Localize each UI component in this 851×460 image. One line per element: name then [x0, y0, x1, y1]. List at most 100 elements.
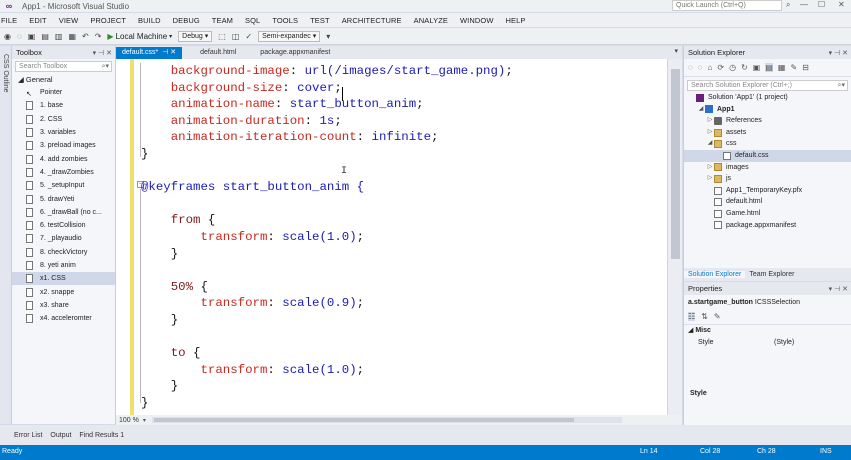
toolbox-item[interactable]: 4. _drawZombies [12, 166, 115, 179]
menu-view[interactable]: VIEW [59, 16, 79, 25]
breakpoint-icon[interactable]: ⬚ [218, 32, 226, 41]
redo-icon[interactable]: ↷ [95, 32, 102, 41]
editor-horizontal-scrollbar[interactable] [151, 417, 622, 423]
undo-icon[interactable]: ↶ [82, 32, 89, 41]
property-row[interactable]: Style (Style) [684, 337, 851, 349]
tree-node[interactable]: Solution 'App1' (1 project) [684, 92, 851, 104]
tree-node[interactable]: ◢ App1 [684, 104, 851, 116]
comment-icon[interactable]: ✓ [245, 32, 252, 41]
expander-icon[interactable]: ▷ [706, 173, 714, 185]
menu-sql[interactable]: SQL [245, 16, 260, 25]
new-project-icon[interactable]: ▣ [28, 32, 36, 41]
tab-package-appxmanifest[interactable]: package.appxmanifest [254, 47, 336, 59]
forward-icon[interactable]: ◌ [17, 32, 22, 41]
sync-icon[interactable]: ⟳ [717, 63, 724, 72]
maximize-icon[interactable]: ☐ [818, 0, 825, 9]
scrollbar-thumb[interactable] [153, 418, 574, 422]
toolbox-item[interactable]: 7. _playaudio [12, 232, 115, 245]
pin-close-icon[interactable]: ⊣ ✕ [162, 49, 176, 56]
pending-changes-icon[interactable]: ◷ [729, 63, 736, 72]
tree-node[interactable]: ▷ js [684, 173, 851, 185]
tree-node[interactable]: ▷ References [684, 115, 851, 127]
configuration-dropdown[interactable]: Debug ▾ [178, 30, 213, 42]
view-code-icon[interactable]: ▦ [778, 63, 786, 72]
toolbox-item[interactable]: 6. _drawBall (no c... [12, 206, 115, 219]
preview-icon[interactable]: ⊟ [802, 63, 809, 72]
toolbox-item[interactable]: ↖ Pointer [12, 86, 115, 99]
forward-icon[interactable]: ◌ [698, 63, 703, 72]
menu-edit[interactable]: EDIT [29, 16, 46, 25]
save-icon[interactable]: ▥ [55, 32, 63, 41]
toolbox-item[interactable]: 3. variables [12, 126, 115, 139]
toolbox-item[interactable]: 3. preload images [12, 139, 115, 152]
menu-debug[interactable]: DEBUG [173, 16, 200, 25]
search-icon[interactable]: ⌕▾ [838, 81, 845, 90]
toolbox-item[interactable]: x2. snappe [12, 285, 115, 298]
scrollbar-thumb[interactable] [671, 69, 680, 259]
toolbar-options-icon[interactable]: ▾ [326, 32, 330, 41]
menu-file[interactable]: FILE [1, 16, 17, 25]
toolbox-item[interactable]: 5. _setupInput [12, 179, 115, 192]
toolbox-item[interactable]: 2. CSS [12, 113, 115, 126]
toolbox-item[interactable]: 6. testCollision [12, 219, 115, 232]
tab-output[interactable]: Output [50, 432, 71, 439]
toolbox-item[interactable]: 8. yeti anim [12, 259, 115, 272]
panel-controls[interactable]: ▾ ⊣ ✕ [93, 49, 112, 57]
toolbox-item[interactable]: 5. drawYeti [12, 192, 115, 205]
save-all-icon[interactable]: ▦ [68, 32, 76, 41]
alphabetical-icon[interactable]: ⇅ [701, 312, 708, 321]
menu-analyze[interactable]: ANALYZE [414, 16, 448, 25]
tab-team-explorer[interactable]: Team Explorer [745, 271, 798, 278]
toolbox-item[interactable]: 1. base [12, 99, 115, 112]
selection-mode-dropdown[interactable]: Semi-expandec ▾ [258, 30, 321, 42]
tree-node[interactable]: default.html [684, 196, 851, 208]
tree-node[interactable]: default.css [684, 149, 851, 162]
menu-project[interactable]: PROJECT [90, 16, 126, 25]
minimize-icon[interactable]: — [800, 0, 808, 9]
properties-target[interactable]: a.startgame_button ICSSSelection [684, 295, 851, 309]
property-category[interactable]: ◢ Misc [684, 325, 851, 337]
tree-node[interactable]: ▷ images [684, 162, 851, 174]
show-all-files-icon[interactable]: ▤ [765, 63, 773, 72]
close-icon[interactable]: ✕ [838, 0, 845, 9]
code-editor[interactable]: − background-image: url(/images/start_ga… [116, 59, 682, 415]
toolbox-search-input[interactable]: Search Toolbox ⌕▾ [15, 61, 112, 72]
expander-icon[interactable]: ◢ [697, 104, 705, 116]
home-icon[interactable]: ⌂ [708, 63, 713, 72]
collapse-all-icon[interactable]: ▣ [753, 63, 761, 72]
expander-icon[interactable]: ▷ [706, 162, 714, 174]
refresh-icon[interactable]: ↻ [741, 63, 748, 72]
toolbox-item[interactable]: x3. share [12, 299, 115, 312]
expander-icon[interactable]: ◢ [706, 138, 714, 150]
tree-node[interactable]: ▷ assets [684, 127, 851, 139]
tree-node[interactable]: Game.html [684, 208, 851, 220]
categorized-icon[interactable]: ☷ [688, 312, 696, 321]
tab-solution-explorer[interactable]: Solution Explorer [684, 271, 746, 278]
find-icon[interactable]: ◫ [232, 32, 240, 41]
start-debugging-button[interactable]: ▶ Local Machine ▾ [107, 32, 172, 41]
panel-controls[interactable]: ▾ ⊣ ✕ [829, 285, 848, 293]
tab-default-css[interactable]: default.css* ⊣ ✕ [116, 47, 183, 59]
toolbox-item[interactable]: x4. acceleromter [12, 312, 115, 325]
open-icon[interactable]: ▤ [41, 32, 49, 41]
css-outline-strip[interactable]: CSS Outline [0, 46, 12, 424]
editor-vertical-scrollbar[interactable] [667, 59, 682, 415]
menu-help[interactable]: HELP [506, 16, 526, 25]
menu-architecture[interactable]: ARCHITECTURE [342, 16, 402, 25]
chevron-down-icon[interactable]: ▾ [143, 417, 146, 424]
search-icon[interactable]: ⌕ [786, 0, 790, 10]
expander-icon[interactable]: ▷ [706, 127, 714, 139]
tree-node[interactable]: package.appxmanifest [684, 220, 851, 232]
menu-window[interactable]: WINDOW [460, 16, 494, 25]
back-icon[interactable]: ◌ [688, 63, 693, 72]
menu-team[interactable]: TEAM [212, 16, 233, 25]
toolbox-group-general[interactable]: ◢ General [12, 74, 115, 86]
tree-node[interactable]: ◢ css [684, 138, 851, 150]
search-icon[interactable]: ⌕▾ [102, 62, 109, 71]
toolbox-item[interactable]: 4. add zombies [12, 152, 115, 165]
tab-overflow-icon[interactable]: ▾ [674, 47, 678, 55]
toolbox-item[interactable]: x1. CSS [12, 272, 115, 286]
property-pages-icon[interactable]: ✎ [714, 312, 721, 321]
menu-test[interactable]: TEST [310, 16, 330, 25]
toolbox-item[interactable]: 8. checkVictory [12, 246, 115, 259]
